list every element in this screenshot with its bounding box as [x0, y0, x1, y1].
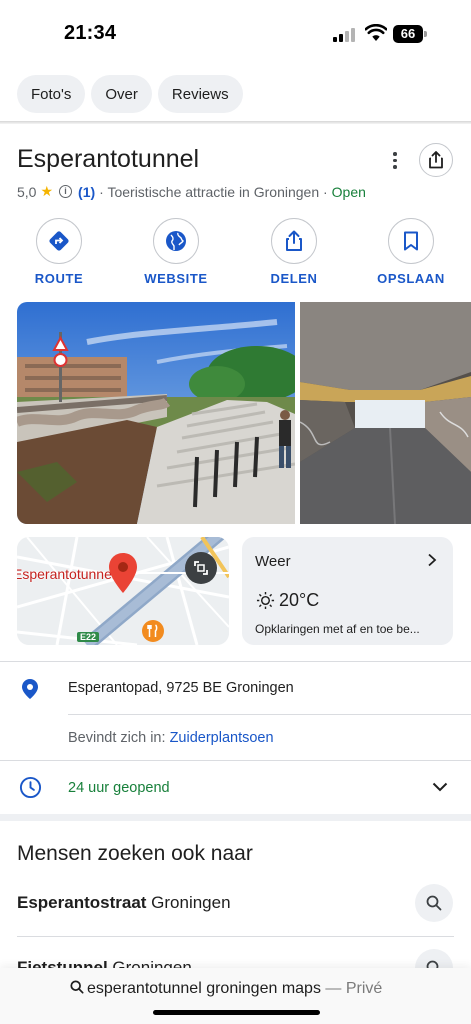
status-bar: 21:34 66: [0, 0, 471, 70]
expand-icon: [194, 561, 208, 575]
search-icon: [70, 980, 84, 994]
battery-level: 66: [393, 25, 423, 43]
website-button[interactable]: WEBSITE: [131, 218, 221, 286]
suggestion-item[interactable]: Esperantostraat Groningen: [17, 893, 231, 913]
route-button[interactable]: ROUTE: [14, 218, 104, 286]
website-label: WEBSITE: [144, 271, 208, 286]
opslaan-button[interactable]: OPSLAAN: [366, 218, 456, 286]
map-pin-icon: [109, 553, 137, 593]
wifi-icon: [365, 24, 387, 41]
rating-value: 5,0: [17, 183, 37, 200]
delen-button[interactable]: DELEN: [249, 218, 339, 286]
suggestion-rest: Groningen: [146, 893, 231, 912]
directions-icon: [49, 231, 69, 251]
rating-line: 5,0 ★ i (1) · Toeristische attractie in …: [17, 183, 366, 200]
more-options-icon[interactable]: [387, 152, 403, 172]
restaurant-icon: [142, 620, 164, 642]
chevron-down-icon[interactable]: [432, 782, 448, 792]
photo-staircase[interactable]: [17, 302, 295, 524]
share-icon: [429, 151, 443, 169]
weather-temperature: 20°C: [279, 590, 320, 610]
chevron-right-icon: [428, 553, 437, 567]
people-also-search-title: Mensen zoeken ook naar: [17, 842, 253, 865]
header-divider: [0, 121, 471, 124]
globe-icon: [166, 231, 186, 251]
hours-text[interactable]: 24 uur geopend: [68, 780, 170, 796]
cellular-signal-icon: [333, 28, 357, 42]
search-icon: [426, 895, 442, 911]
photo-tunnel[interactable]: [300, 302, 471, 524]
delen-label: DELEN: [270, 271, 318, 286]
separator: —: [320, 980, 346, 997]
map-place-label: Esperantotunnel: [17, 566, 115, 582]
route-label: ROUTE: [34, 271, 84, 286]
address-text[interactable]: Esperantopad, 9725 BE Groningen: [68, 680, 294, 696]
weather-card[interactable]: Weer 20°C Opklaringen met af en toe be..…: [242, 537, 453, 645]
browser-address-bar[interactable]: esperantotunnel groningen maps — Privé: [0, 968, 471, 1024]
place-category: · Toeristische attractie in Groningen ·: [99, 183, 328, 200]
tab-reviews[interactable]: Reviews: [157, 75, 243, 113]
private-mode-label: Privé: [345, 980, 383, 997]
divider: [0, 661, 471, 662]
place-tabs: Foto's Over Reviews: [17, 75, 243, 113]
bookmark-icon: [404, 231, 418, 251]
open-status: Open: [331, 183, 366, 200]
divider: [17, 936, 454, 937]
located-in-label: Bevindt zich in:: [68, 730, 166, 746]
located-in-row: Bevindt zich in: Zuiderplantsoen: [68, 730, 274, 746]
share-icon: [286, 230, 302, 251]
weather-description: Opklaringen met af en toe be...: [255, 622, 420, 636]
info-icon[interactable]: i: [59, 185, 73, 198]
place-title: Esperantotunnel: [17, 145, 200, 173]
share-button[interactable]: [419, 143, 453, 177]
status-time: 21:34: [64, 22, 117, 44]
located-in-link[interactable]: Zuiderplantsoen: [170, 730, 274, 746]
home-indicator: [153, 1010, 320, 1015]
map-preview[interactable]: Esperantotunnel E22: [17, 537, 229, 645]
address-bar-text[interactable]: esperantotunnel groningen maps — Privé: [70, 980, 382, 998]
divider: [68, 714, 471, 715]
expand-map-button[interactable]: [185, 552, 217, 584]
tab-photos[interactable]: Foto's: [17, 75, 86, 113]
opslaan-label: OPSLAAN: [377, 271, 445, 286]
review-count[interactable]: (1): [78, 184, 95, 200]
battery-icon: 66: [393, 25, 428, 43]
location-pin-icon: [22, 679, 38, 699]
suggestion-search-button[interactable]: [415, 884, 453, 922]
search-query: esperantotunnel groningen maps: [87, 980, 321, 997]
action-buttons: ROUTE WEBSITE DELEN OPSLAAN: [0, 218, 471, 288]
tab-about[interactable]: Over: [91, 75, 152, 113]
sun-icon: [256, 591, 275, 610]
weather-title: Weer: [255, 553, 291, 570]
suggestion-bold: Esperantostraat: [17, 893, 147, 912]
star-icon: ★: [40, 183, 54, 199]
clock-icon: [19, 776, 42, 799]
road-badge: E22: [77, 632, 100, 642]
divider: [0, 760, 471, 761]
section-separator: [0, 814, 471, 821]
